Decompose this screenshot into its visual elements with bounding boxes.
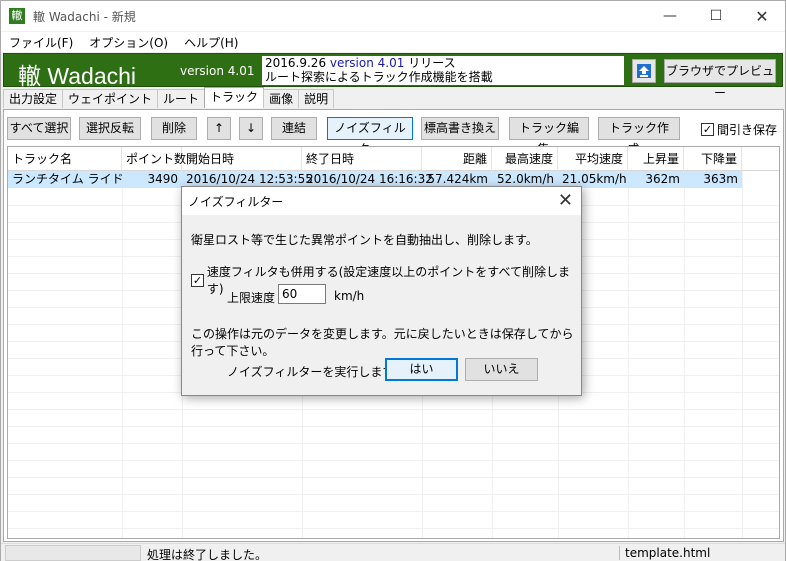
news-line-2: ルート探索によるトラック作成機能を搭載 [265,70,493,84]
grid-line [8,528,779,529]
grid-line [8,409,779,410]
column-max-speed[interactable]: 最高速度 [492,147,558,171]
title-bar: 轍 轍 Wadachi - 新規 — ☐ ✕ [1,1,785,31]
grid-line [684,171,685,538]
grid-line [628,171,629,538]
browser-preview-button[interactable]: ブラウザでプレビュー [664,59,776,100]
thinning-save-checkbox[interactable]: ✓ [701,123,714,136]
grid-line [122,171,123,538]
thinning-save-option[interactable]: ✓ 間引き保存 [701,121,777,138]
tab-images[interactable]: 画像 [263,89,300,108]
news-box: 2016.9.26 version 4.01 リリース ルート探索によるトラック… [262,56,624,85]
banner-title: 轍 Wadachi [18,63,137,89]
invert-selection-button[interactable]: 選択反転 [79,117,141,140]
minimize-button[interactable]: — [647,1,693,31]
noise-filter-dialog: ノイズフィルター ✕ 衛星ロスト等で生じた異常ポイントを自動抽出し、削除します。… [181,186,582,396]
cell-descent: 363m [703,172,738,186]
no-button[interactable]: いいえ [465,358,538,381]
create-track-button[interactable]: トラック作成... [598,117,680,156]
cell-ascent: 362m [645,172,680,186]
column-descent[interactable]: 下降量 [684,147,742,171]
main-window: 轍 轍 Wadachi - 新規 — ☐ ✕ ファイル(F) オプション(O) … [0,0,786,561]
tab-description[interactable]: 説明 [298,89,335,108]
column-avg-speed[interactable]: 平均速度 [558,147,628,171]
menu-help[interactable]: ヘルプ(H) [184,34,238,51]
banner-version: version 4.01 [180,64,255,78]
yes-button[interactable]: はい [385,358,458,381]
news-line-1: 2016.9.26 version 4.01 リリース [265,56,624,70]
grid-line [8,460,779,461]
menu-file[interactable]: ファイル(F) [9,34,73,51]
dialog-warning: この操作は元のデータを変更します。元に戻したいときは保存してから行って下さい。 [191,327,574,358]
tab-track[interactable]: トラック [204,87,265,108]
close-button[interactable]: ✕ [739,1,785,31]
speed-limit-unit: km/h [334,289,365,303]
column-start-time[interactable]: 開始日時 [182,147,302,171]
move-up-button[interactable]: ↑ [207,117,231,140]
move-down-button[interactable]: ↓ [239,117,263,140]
speed-limit-label: 上限速度 [227,291,276,305]
column-track-name[interactable]: トラック名 [8,147,122,171]
tab-strip: 出力設定 ウェイポイント ルート トラック 画像 説明 [3,87,335,109]
window-title: 轍 Wadachi - 新規 [33,9,136,24]
maximize-button[interactable]: ☐ [693,1,739,31]
tab-output-settings[interactable]: 出力設定 [3,89,64,108]
status-file-name: template.html [625,546,711,560]
rewrite-elevation-button[interactable]: 標高書き換え [421,117,499,140]
edit-track-button[interactable]: トラック編集... [509,117,589,156]
dialog-close-icon[interactable]: ✕ [558,190,573,211]
column-ascent[interactable]: 上昇量 [628,147,684,171]
menu-options[interactable]: オプション(O) [89,34,168,51]
delete-button[interactable]: 削除 [151,117,197,140]
dialog-title-bar: ノイズフィルター ✕ [182,187,581,215]
thinning-save-label: 間引き保存 [717,123,778,137]
list-header: トラック名 ポイント数 開始日時 終了日時 距離 最高速度 平均速度 上昇量 下… [8,147,779,171]
upload-arrow-icon [637,64,651,78]
app-icon: 轍 [9,8,25,24]
column-end-time[interactable]: 終了日時 [302,147,422,171]
news-date: 2016.9.26 [265,56,330,70]
speed-filter-checkbox[interactable]: ✓ [191,273,204,287]
status-separator [619,546,620,560]
select-all-button[interactable]: すべて選択 [7,117,71,140]
dialog-title: ノイズフィルター [188,195,284,209]
noise-filter-button[interactable]: ノイズフィルタ... [327,117,413,156]
grid-line [742,171,743,538]
menu-bar: ファイル(F) オプション(O) ヘルプ(H) [1,32,785,52]
dialog-message: 衛星ロスト等で生じた異常ポイントを自動抽出し、削除します。 [191,233,538,247]
tab-route[interactable]: ルート [157,89,206,108]
upload-button[interactable] [632,59,656,83]
grid-line [8,426,779,427]
news-release: リリース [404,56,456,70]
progress-bar [5,545,141,561]
grid-line [8,443,779,444]
grid-line [8,477,779,478]
cell-point-count: 3490 [147,172,178,186]
status-bar: 処理は終了しました。 template.html [1,543,785,561]
grid-line [8,511,779,512]
tab-waypoints[interactable]: ウェイポイント [62,89,159,108]
cell-track-name: ランチタイム ライド [12,172,124,186]
speed-limit-input[interactable]: 60 [278,284,326,304]
app-banner: 轍 Wadachi version 4.01 2016.9.26 version… [3,53,783,100]
news-version-link[interactable]: version 4.01 [330,56,404,70]
grid-line [8,494,779,495]
status-message: 処理は終了しました。 [147,548,268,561]
column-distance[interactable]: 距離 [422,147,492,171]
join-button[interactable]: 連結 [271,117,317,140]
column-point-count[interactable]: ポイント数 [122,147,186,171]
